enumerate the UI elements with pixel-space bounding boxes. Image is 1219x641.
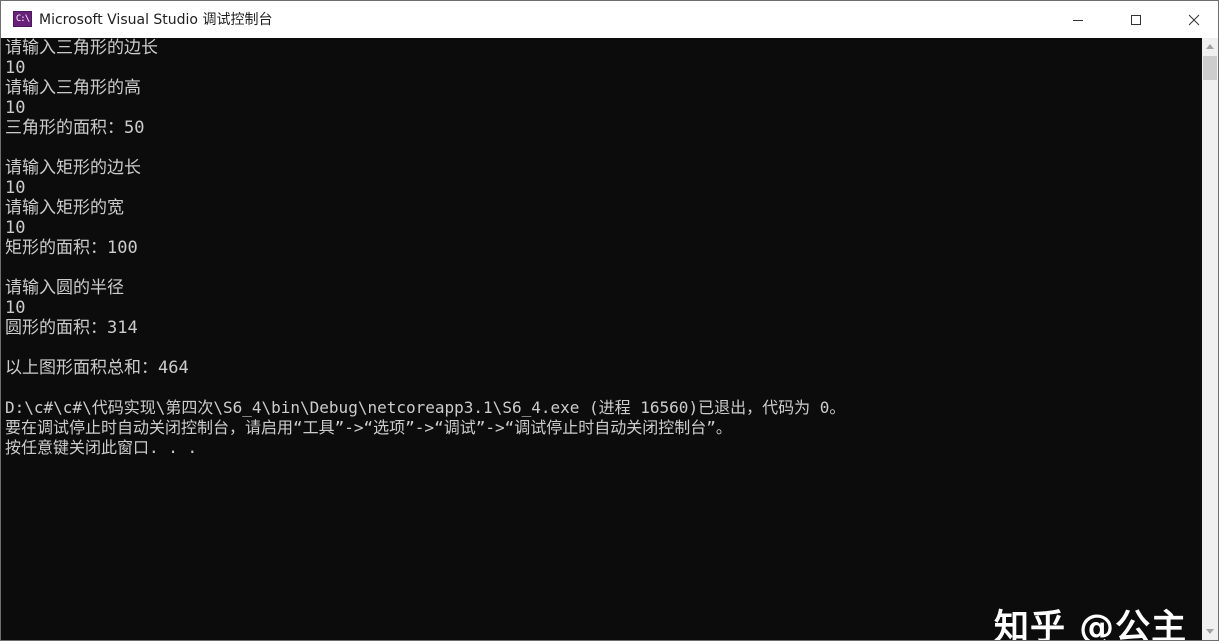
window-title: Microsoft Visual Studio 调试控制台 <box>39 12 273 28</box>
scroll-down-arrow-icon <box>1206 629 1214 634</box>
visual-studio-console-icon[interactable]: C:\ <box>13 11 32 27</box>
console-line: 10 <box>5 98 26 118</box>
console-line: 请输入三角形的边长 <box>5 38 158 58</box>
console-line: 请输入矩形的边长 <box>5 158 141 178</box>
console-line: 10 <box>5 298 26 318</box>
console-line: 请输入圆的半径 <box>5 278 124 298</box>
console-line: 要在调试停止时自动关闭控制台，请启用“工具”->“选项”->“调试”->“调试停… <box>5 418 732 437</box>
close-icon <box>1188 14 1200 25</box>
console-line: 三角形的面积：50 <box>5 118 145 138</box>
close-button[interactable] <box>1165 1 1218 38</box>
console-output[interactable]: 请输入三角形的边长 10 请输入三角形的高 10 三角形的面积：50 请输入矩形… <box>1 38 1202 640</box>
maximize-icon <box>1131 14 1141 25</box>
console-line: 按任意键关闭此窗口. . . <box>5 438 198 457</box>
console-window: C:\ Microsoft Visual Studio 调试控制台 请输入三角形… <box>0 0 1219 641</box>
console-line: 请输入三角形的高 <box>5 78 141 98</box>
console-line: 矩形的面积：100 <box>5 238 138 258</box>
scroll-down-button[interactable] <box>1202 623 1218 640</box>
vertical-scrollbar[interactable] <box>1202 38 1218 640</box>
console-line: 10 <box>5 178 26 198</box>
scroll-up-arrow-icon <box>1206 44 1214 49</box>
console-line: 10 <box>5 58 26 78</box>
maximize-button[interactable] <box>1107 1 1165 38</box>
minimize-icon <box>1073 19 1083 21</box>
console-line: 圆形的面积：314 <box>5 318 138 338</box>
console-line: 请输入矩形的宽 <box>5 198 124 218</box>
console-line: 10 <box>5 218 26 238</box>
minimize-button[interactable] <box>1049 1 1107 38</box>
scrollbar-thumb[interactable] <box>1203 56 1217 80</box>
watermark: 知乎 @公主 <box>994 608 1188 640</box>
console-line: D:\c#\c#\代码实现\第四次\S6_4\bin\Debug\netcore… <box>5 398 846 417</box>
title-bar[interactable]: C:\ Microsoft Visual Studio 调试控制台 <box>1 1 1218 38</box>
scroll-up-button[interactable] <box>1202 38 1218 55</box>
console-line: 以上图形面积总和：464 <box>5 358 189 378</box>
